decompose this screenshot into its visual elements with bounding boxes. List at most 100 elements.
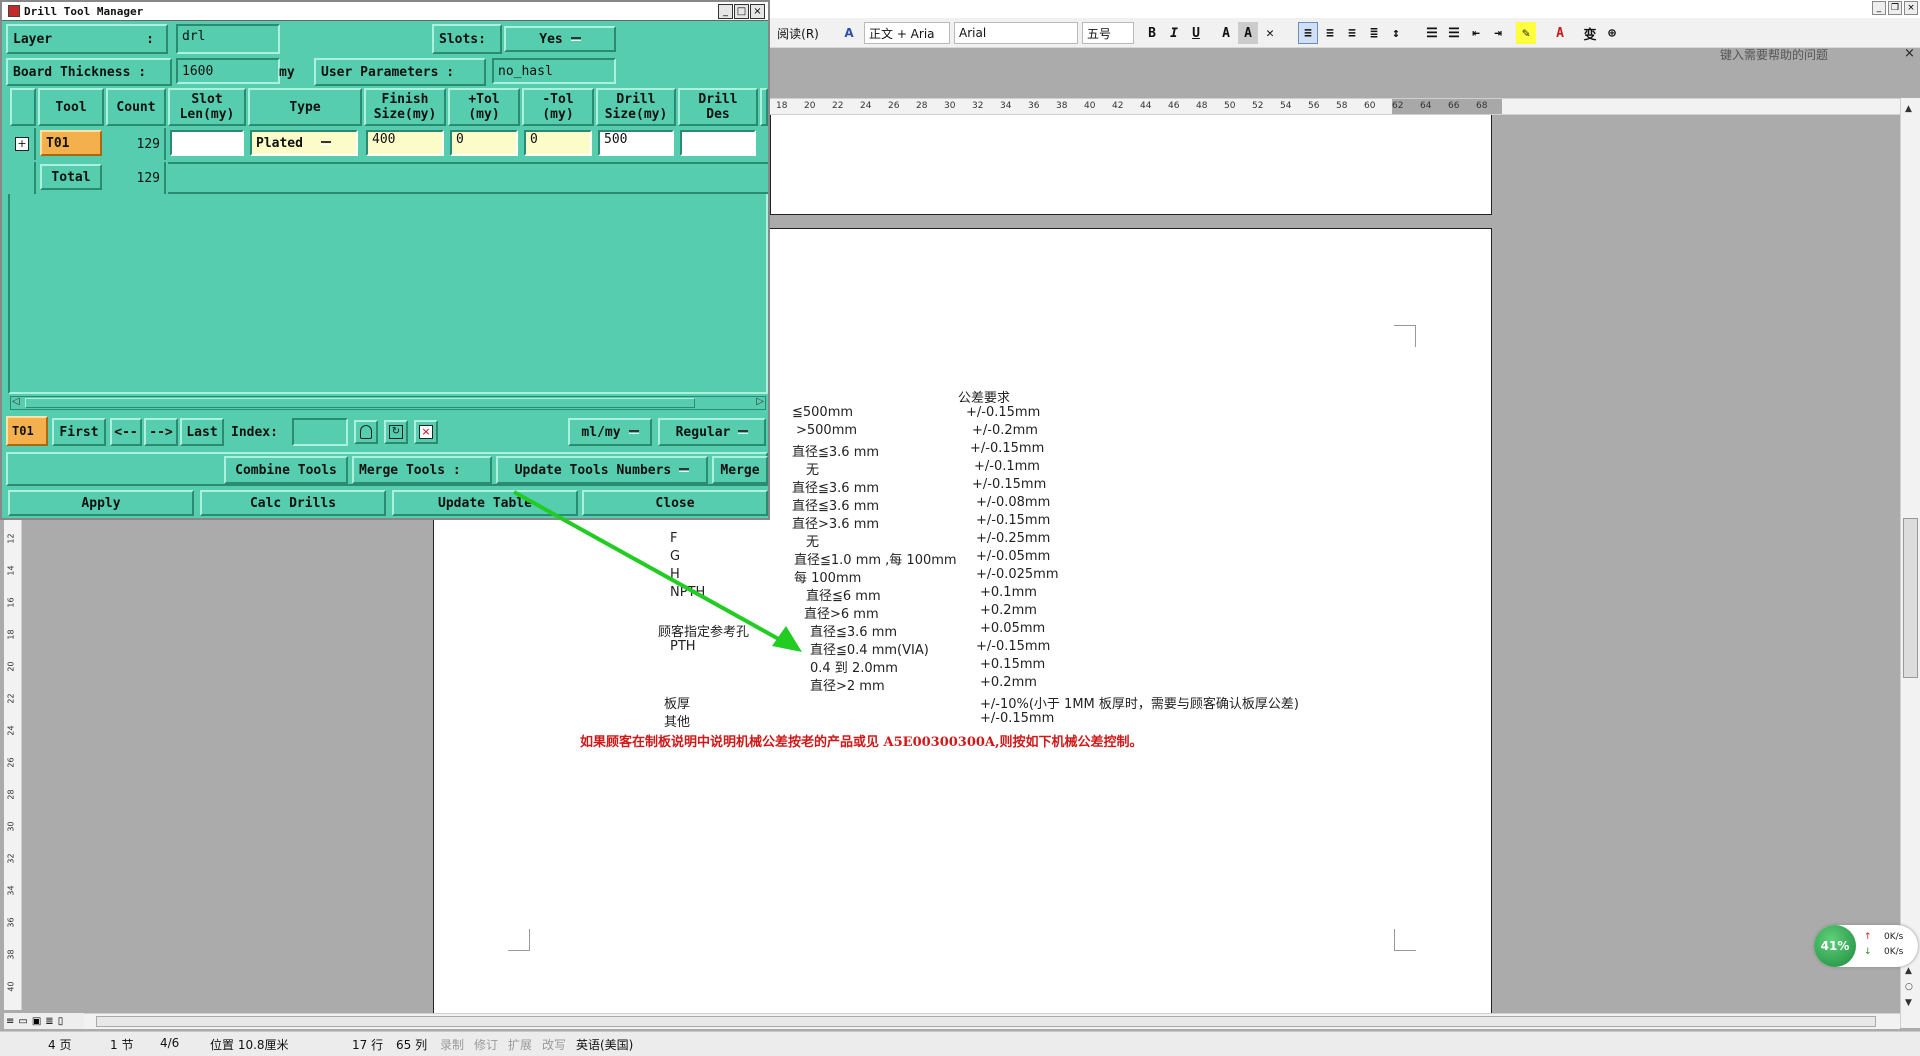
reading-view-icon[interactable]: ▯ [58,1016,64,1027]
font-size-select[interactable]: 五号 [1082,22,1134,44]
slots-dropdown[interactable]: Yes [504,26,616,52]
units-value: ml/my [581,424,621,440]
web-view-icon[interactable]: ▭ [18,1016,27,1027]
scroll-up-icon[interactable]: ▲ [1905,104,1912,114]
italic-button[interactable]: I [1164,22,1184,44]
restore-icon[interactable]: ❐ [1888,1,1902,15]
apply-button[interactable]: Apply [8,490,194,516]
bullet-list-icon[interactable]: ☰ [1444,22,1464,44]
user-parameters-input[interactable]: no_hasl [492,58,616,84]
status-record[interactable]: 录制 [440,1036,464,1053]
scroll-left-icon[interactable]: ◁ [12,396,20,407]
vertical-ruler[interactable]: 12 14 16 18 20 22 24 26 28 30 32 34 36 38 40 [4,520,22,1010]
dialog-title-bar[interactable]: Drill Tool Manager _ □ × [2,2,768,21]
maximize-icon[interactable]: □ [734,4,749,19]
increase-indent-icon[interactable]: ⇥ [1488,22,1508,44]
next-page-icon[interactable]: ▼ [1905,998,1912,1008]
plus-tol-input[interactable]: 0 [450,130,518,156]
styles-icon[interactable]: A [840,22,858,44]
col-drill-des-line2: Des [706,107,730,122]
drill-des-input[interactable] [680,130,756,156]
help-close-icon[interactable]: × [1904,46,1915,61]
update-table-button[interactable]: Update Table [392,490,578,516]
prev-page-icon[interactable]: ▲ [1905,966,1912,976]
bold-button[interactable]: B [1142,22,1162,44]
finish-size-input[interactable]: 400 [366,130,444,156]
status-track-changes[interactable]: 修订 [474,1036,498,1053]
col-count-header[interactable]: Count [106,88,166,126]
units-dropdown[interactable]: ml/my [568,418,652,446]
grid-scroll-thumb[interactable] [25,398,695,408]
col-finish-size-header[interactable]: Finish Size(my) [364,88,446,126]
phonetic-guide-icon[interactable]: 变 [1580,22,1600,44]
highlight-icon[interactable]: ✎ [1516,22,1536,44]
merge-button[interactable]: Merge [712,456,768,484]
last-button[interactable]: Last [180,418,224,446]
grid-horizontal-scrollbar[interactable]: ◁ ▷ [10,396,766,410]
align-center-icon[interactable]: ≡ [1320,22,1340,44]
first-button[interactable]: First [52,418,106,446]
type-dropdown[interactable]: Plated [250,130,358,156]
close-icon[interactable]: × [750,4,765,19]
calc-drills-button[interactable]: Calc Drills [200,490,386,516]
decrease-indent-icon[interactable]: ⇤ [1466,22,1486,44]
col-drill-des-header[interactable]: Drill Des [678,88,758,126]
align-right-icon[interactable]: ≡ [1342,22,1362,44]
table-row-tool[interactable]: T01 [40,130,102,156]
font-select[interactable]: Arial [954,22,1078,44]
line-spacing-icon[interactable]: ↕ [1386,22,1406,44]
char-shading-icon[interactable]: A [1238,22,1258,44]
select-browse-object-icon[interactable]: ○ [1905,982,1913,992]
drill-size-input[interactable]: 500 [598,130,674,156]
horizontal-scroll-thumb[interactable] [96,1016,1876,1027]
style-select[interactable]: 正文 + Aria [864,22,950,44]
merge-mode-dropdown[interactable]: Update Tools Numbers [496,456,708,484]
row-expand-icon[interactable]: + [10,128,36,160]
outline-view-icon[interactable]: ≣ [45,1016,53,1027]
col-plus-tol-header[interactable]: +Tol (my) [448,88,520,126]
enclose-char-icon[interactable]: ⊕ [1602,22,1622,44]
col-type-header[interactable]: Type [248,88,362,126]
close-icon[interactable]: × [1904,1,1918,15]
col-minus-tol-header[interactable]: -Tol (my) [522,88,594,126]
minimize-icon[interactable]: _ [718,4,733,19]
vertical-scroll-thumb[interactable] [1903,518,1918,678]
doc-text-line: +/-0.15mm [972,477,1047,492]
font-color-icon[interactable]: A [1550,22,1570,44]
col-drill-size-header[interactable]: Drill Size(my) [596,88,676,126]
doc-text-line: PTH [670,639,696,654]
mode-dropdown[interactable]: Regular [658,418,766,446]
underline-button[interactable]: U [1186,22,1206,44]
numbered-list-icon[interactable]: ☰ [1422,22,1442,44]
board-thickness-input[interactable]: 1600 [176,58,280,84]
next-button[interactable]: --> [144,418,178,446]
bulb-icon[interactable] [354,420,378,444]
print-view-icon[interactable]: ▣ [32,1016,41,1027]
align-distributed-icon[interactable]: ≣ [1364,22,1384,44]
char-border-icon[interactable]: A [1216,22,1236,44]
prev-button[interactable]: <-- [110,418,142,446]
slot-len-input[interactable] [170,130,244,156]
horizontal-scrollbar[interactable] [84,1013,1900,1029]
status-overtype[interactable]: 改写 [542,1036,566,1053]
char-scale-icon[interactable]: ✕ [1260,22,1280,44]
col-tool-header[interactable]: Tool [38,88,104,126]
index-input[interactable] [292,418,348,446]
minus-tol-input[interactable]: 0 [524,130,592,156]
normal-view-icon[interactable]: ≡ [6,1016,14,1027]
col-slot-len-header[interactable]: Slot Len(my) [168,88,246,126]
delete-icon[interactable]: × [414,420,438,444]
refresh-icon[interactable]: ↻ [384,420,408,444]
minimize-icon[interactable]: _ [1872,1,1886,15]
horizontal-ruler[interactable]: 18 20 22 24 26 28 30 32 34 36 38 40 42 44 46 48 50 52 54 56… [770,98,1900,115]
layer-input[interactable]: drl [176,24,280,54]
scroll-right-icon[interactable]: ▷ [756,396,764,407]
combine-tools-button[interactable]: Combine Tools [224,456,348,484]
read-mode-button[interactable]: 阅读(R) [772,22,824,44]
close-button[interactable]: Close [582,490,768,516]
status-extend[interactable]: 扩展 [508,1036,532,1053]
help-search-input[interactable]: 键入需要帮助的问题 [1720,46,1828,63]
network-speed-widget[interactable]: 41% ↑ 0K/s ↓ 0K/s [1814,925,1918,967]
vertical-scrollbar[interactable]: ▲ ▲ ○ ▼ [1900,98,1920,1028]
align-justify-icon[interactable]: ≡ [1298,22,1318,44]
